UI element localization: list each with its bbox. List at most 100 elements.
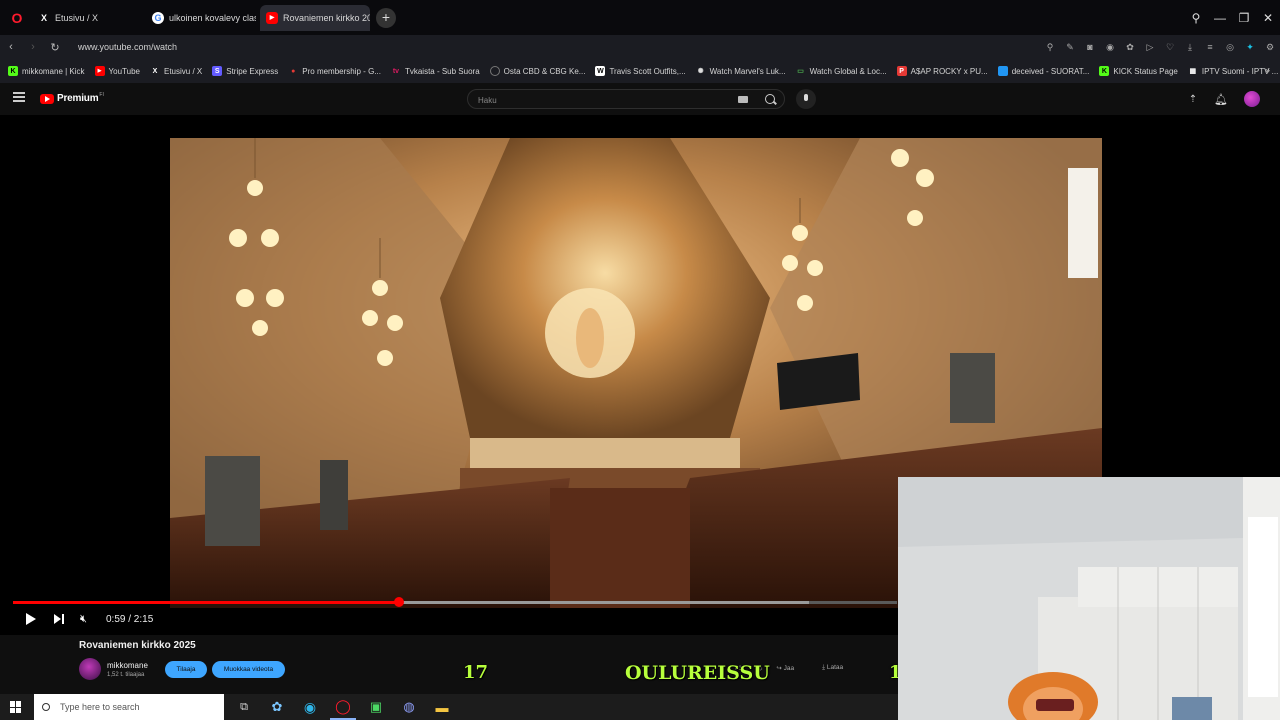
grid-icon: ▦: [1189, 68, 1197, 75]
download-icon[interactable]: ⤓: [1180, 42, 1200, 53]
kick-icon: K: [1099, 66, 1110, 76]
camera-icon[interactable]: ◙: [1080, 42, 1100, 52]
settings-icon[interactable]: ⚙: [1260, 42, 1280, 53]
tab-search-icon[interactable]: ⚲: [1184, 11, 1208, 25]
player-icon[interactable]: ▷: [1140, 42, 1160, 53]
youtube-header: Premium FI ⇡ 🔔︎: [0, 83, 1280, 115]
played-bar: [13, 601, 400, 604]
bookmark-item[interactable]: Osta CBD & CBG Ke...: [489, 66, 586, 76]
video-title: Rovaniemen kirkko 2025: [79, 640, 196, 651]
share-button[interactable]: ↪ Jaa: [776, 664, 808, 672]
stripe-icon: S: [212, 66, 223, 76]
menu-icon[interactable]: ≡: [1200, 42, 1220, 52]
hamburger-menu-icon[interactable]: [13, 92, 25, 102]
channel-avatar[interactable]: [79, 658, 101, 680]
bell-icon[interactable]: 🔔︎: [1214, 93, 1228, 106]
w-icon: W: [595, 66, 606, 76]
opera-icon[interactable]: ◯: [330, 694, 356, 720]
bookmark-label: YouTube: [108, 66, 140, 76]
kick-icon: K: [8, 66, 18, 76]
search-icon: [42, 703, 50, 711]
bookmark-label: Tvkaista - Sub Suora: [404, 66, 480, 76]
tab-label: Rovaniemen kirkko 2025: [283, 12, 370, 23]
browser-tab-bar: O X Etusivu / X G ulkoinen kovalevy clas…: [0, 0, 1280, 35]
tab-x-home[interactable]: X Etusivu / X: [32, 5, 142, 31]
bookmark-item[interactable]: X Etusivu / X: [150, 66, 203, 76]
bookmark-item[interactable]: W Travis Scott Outfits,...: [595, 66, 686, 76]
image-icon: [997, 66, 1008, 76]
minimize-icon[interactable]: —: [1208, 11, 1232, 25]
bookmark-item[interactable]: ▭ Watch Global & Loc...: [796, 66, 887, 76]
bookmark-item[interactable]: K KICK Status Page: [1099, 66, 1178, 76]
next-icon[interactable]: [54, 613, 64, 625]
bookmark-label: Osta CBD & CBG Ke...: [503, 66, 586, 76]
bookmark-item[interactable]: S Stripe Express: [212, 66, 278, 76]
window-controls: ⚲ — ❐ ✕: [1184, 0, 1280, 35]
bookmark-item[interactable]: deceived - SUORAT...: [997, 66, 1089, 76]
bookmark-item[interactable]: tv Tvkaista - Sub Suora: [391, 66, 480, 76]
vpn-icon[interactable]: ◉: [1100, 42, 1120, 53]
youtube-icon: ▶: [266, 11, 278, 24]
channel-name[interactable]: mikkomane: [107, 661, 148, 670]
edit-icon[interactable]: ✎: [1060, 42, 1080, 53]
tab-google-search[interactable]: G ulkoinen kovalevy clas ohl: [146, 5, 256, 31]
obs-icon[interactable]: ▣: [363, 694, 389, 720]
bookmark-item[interactable]: Kmikkomane | Kick: [8, 66, 85, 76]
taskbar-search[interactable]: Type here to search: [34, 694, 224, 720]
avatar[interactable]: [1244, 91, 1260, 107]
keyboard-icon[interactable]: [738, 96, 748, 103]
restore-icon[interactable]: ❐: [1232, 11, 1256, 25]
url-field[interactable]: www.youtube.com/watch: [78, 42, 177, 52]
download-button[interactable]: ⤓ Lataa: [822, 664, 857, 672]
bookmark-label: Watch Global & Loc...: [809, 66, 887, 76]
logo-text: Premium: [57, 93, 99, 104]
windows-start-icon[interactable]: [10, 701, 22, 713]
muted-volume-icon[interactable]: 🔇︎: [80, 613, 94, 626]
header-actions: ⇡ 🔔︎: [1186, 91, 1260, 107]
share-label: Jaa: [783, 665, 795, 672]
opera-logo-icon[interactable]: O: [6, 7, 28, 29]
bookmark-label: Etusivu / X: [163, 66, 203, 76]
aria-icon[interactable]: ✦: [1240, 42, 1260, 53]
forward-icon[interactable]: ›: [22, 41, 44, 53]
close-icon[interactable]: ✕: [1256, 11, 1280, 25]
upload-icon[interactable]: ⇡: [1186, 94, 1200, 105]
player-controls: 🔇︎ 0:59 / 2:15: [0, 606, 900, 632]
discord-icon[interactable]: ◍: [396, 694, 422, 720]
subscribed-button[interactable]: Tilaaja: [165, 661, 207, 678]
download-label: Lataa: [826, 664, 844, 671]
address-bar: ‹ › ↻ www.youtube.com/watch ⚲ ✎ ◙ ◉ ✿ ▷ …: [0, 35, 1280, 59]
new-tab-button[interactable]: +: [376, 7, 396, 28]
search-icon[interactable]: ⚲: [1040, 42, 1060, 53]
copilot-icon[interactable]: ✿: [264, 694, 290, 720]
heart-icon[interactable]: ♡: [1160, 42, 1180, 53]
x-icon: X: [40, 12, 47, 23]
profile-icon[interactable]: ◎: [1220, 42, 1240, 53]
play-icon[interactable]: [26, 613, 36, 625]
bookmark-item[interactable]: P A$AP ROCKY x PU...: [896, 66, 988, 76]
bookmark-item[interactable]: ▶ YouTube: [94, 66, 140, 76]
pin-icon: ●: [291, 67, 296, 75]
tab-youtube-video[interactable]: ▶ Rovaniemen kirkko 2025: [260, 4, 370, 31]
task-view-icon[interactable]: ⧉: [231, 694, 257, 720]
bookmark-label: KICK Status Page: [1113, 66, 1178, 76]
bookmark-item[interactable]: ● Pro membership - G...: [288, 66, 381, 76]
more-bookmarks-icon[interactable]: »: [1265, 65, 1270, 75]
overlay-left-number: 17: [463, 662, 489, 683]
search-input[interactable]: [478, 94, 718, 106]
seek-bar[interactable]: [13, 597, 897, 607]
windows-taskbar: Type here to search ⧉ ✿ ◉ ◯ ▣ ◍ ▬: [0, 694, 898, 720]
bookmark-item[interactable]: ✺ Watch Marvel's Luk...: [696, 66, 786, 76]
voice-search-icon[interactable]: [796, 89, 816, 109]
monitor-icon: ▭: [797, 68, 804, 75]
youtube-icon: ▶: [94, 66, 105, 76]
tab-label: ulkoinen kovalevy clas ohl: [169, 12, 256, 23]
extension-icon[interactable]: ✿: [1120, 42, 1140, 53]
edit-video-button[interactable]: Muokkaa videota: [212, 661, 285, 678]
file-explorer-icon[interactable]: ▬: [429, 694, 455, 720]
search-icon[interactable]: [765, 94, 775, 104]
reload-icon[interactable]: ↻: [44, 41, 66, 54]
edge-icon[interactable]: ◉: [297, 694, 323, 720]
back-icon[interactable]: ‹: [0, 41, 22, 53]
youtube-logo[interactable]: Premium FI: [40, 92, 104, 104]
